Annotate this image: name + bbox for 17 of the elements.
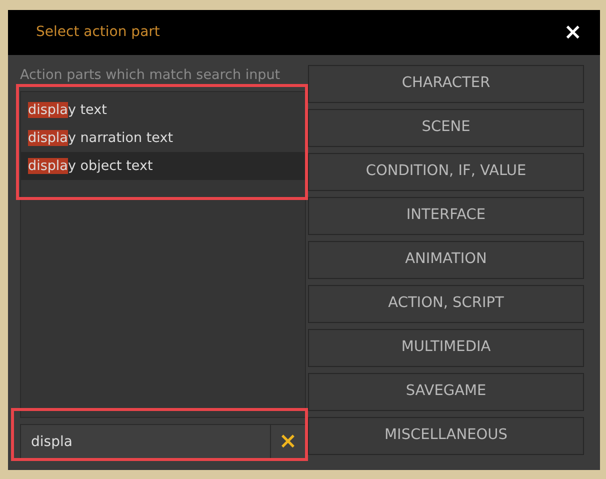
category-button[interactable]: MULTIMEDIA — [308, 329, 584, 367]
category-button[interactable]: INTERFACE — [308, 197, 584, 235]
results-label: Action parts which match search input — [20, 66, 282, 85]
category-button[interactable]: SAVEGAME — [308, 373, 584, 411]
clear-button[interactable]: × — [271, 425, 305, 459]
category-button[interactable]: ACTION, SCRIPT — [308, 285, 584, 323]
category-button[interactable]: CHARACTER — [308, 65, 584, 103]
dialog-title: Select action part — [36, 23, 160, 42]
result-item[interactable]: display text — [21, 96, 305, 124]
category-button[interactable]: MISCELLANEOUS — [308, 417, 584, 455]
close-button[interactable]: × — [560, 22, 586, 44]
result-item[interactable]: display object text — [21, 152, 305, 180]
result-item[interactable]: display narration text — [21, 124, 305, 152]
category-button[interactable]: SCENE — [308, 109, 584, 147]
search-field[interactable]: displa — [21, 425, 271, 459]
category-button[interactable]: ANIMATION — [308, 241, 584, 279]
category-button[interactable]: CONDITION, IF, VALUE — [308, 153, 584, 191]
